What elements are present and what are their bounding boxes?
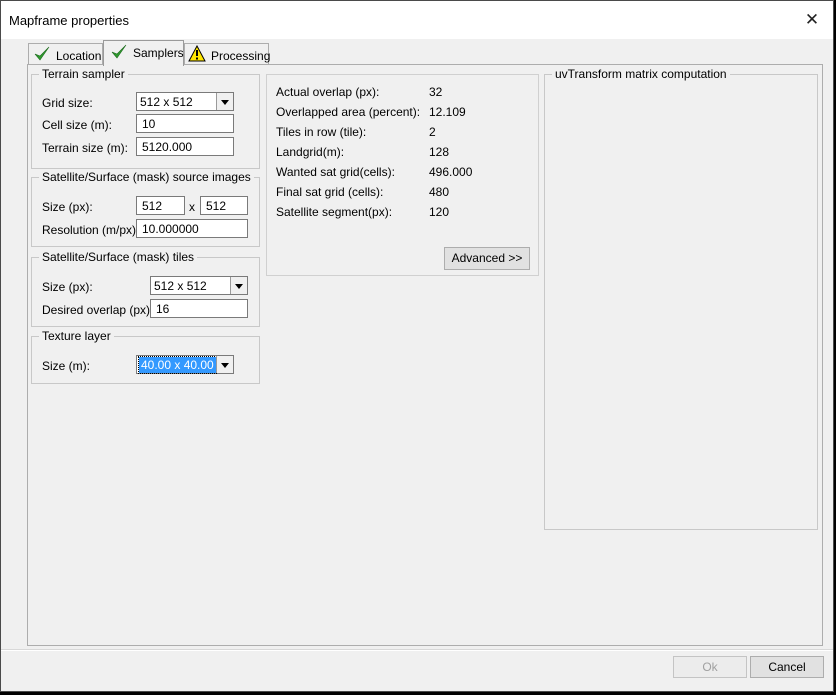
sat-tiles-group: Satellite/Surface (mask) tiles Size (px)…: [31, 250, 260, 327]
texture-layer-title: Texture layer: [39, 329, 114, 343]
tile-size-select[interactable]: 512 x 512: [150, 276, 248, 295]
stat-value: 496.000: [429, 165, 473, 179]
texture-size-label: Size (m):: [42, 359, 90, 373]
advanced-button[interactable]: Advanced >>: [444, 247, 530, 270]
texture-size-value: 40.00 x 40.00: [138, 356, 217, 374]
check-icon: [111, 44, 127, 59]
terrain-sampler-group: Terrain sampler Grid size: 512 x 512 Cel…: [31, 67, 260, 169]
desired-overlap-label: Desired overlap (px):: [42, 303, 154, 317]
tab-samplers[interactable]: Samplers: [103, 40, 184, 66]
uv-transform-title: uvTransform matrix computation: [552, 67, 730, 81]
stat-label: Wanted sat grid(cells):: [276, 165, 395, 179]
sat-source-images-group: Satellite/Surface (mask) source images S…: [31, 170, 260, 247]
stat-label: Satellite segment(px):: [276, 205, 393, 219]
cell-size-input[interactable]: 10: [136, 114, 234, 133]
chevron-down-icon[interactable]: [230, 277, 247, 294]
chevron-down-icon[interactable]: [216, 93, 233, 110]
stat-value: 128: [429, 145, 450, 159]
stat-label: Landgrid(m):: [276, 145, 345, 159]
tab-samplers-label: Samplers: [133, 46, 184, 60]
texture-layer-group: Texture layer Size (m): 40.00 x 40.00: [31, 329, 260, 384]
check-icon: [34, 46, 50, 61]
stat-label: Actual overlap (px):: [276, 85, 380, 99]
resolution-label: Resolution (m/px):: [42, 223, 140, 237]
tab-processing-label: Processing: [211, 49, 271, 63]
sat-image-height-input[interactable]: 512: [200, 196, 248, 215]
stat-value: 32: [429, 85, 443, 99]
tab-location[interactable]: Location: [28, 43, 103, 65]
ok-button[interactable]: Ok: [673, 656, 747, 678]
resolution-input[interactable]: 10.000000: [136, 219, 248, 238]
grid-size-select[interactable]: 512 x 512: [136, 92, 234, 111]
desired-overlap-input[interactable]: 16: [150, 299, 248, 318]
warning-icon: [188, 45, 206, 62]
grid-size-value: 512 x 512: [140, 95, 193, 109]
cancel-button[interactable]: Cancel: [750, 656, 824, 678]
terrain-sampler-title: Terrain sampler: [39, 67, 128, 81]
uv-transform-group: uvTransform matrix computation: [544, 67, 818, 530]
stat-label: Final sat grid (cells):: [276, 185, 384, 199]
close-icon[interactable]: ✕: [801, 9, 823, 31]
cell-size-label: Cell size (m):: [42, 118, 113, 132]
stat-label: Overlapped area (percent):: [276, 105, 421, 119]
stat-value: 12.109: [429, 105, 466, 119]
window-title: Mapframe properties: [9, 13, 129, 28]
tab-processing[interactable]: Processing: [184, 43, 271, 65]
tab-location-label: Location: [56, 49, 102, 63]
grid-size-label: Grid size:: [42, 96, 93, 110]
terrain-size-label: Terrain size (m):: [42, 141, 129, 155]
sat-source-images-title: Satellite/Surface (mask) source images: [39, 170, 254, 184]
footer-divider-highlight: [1, 650, 833, 651]
tile-size-value: 512 x 512: [154, 279, 207, 293]
tile-size-label: Size (px):: [42, 280, 93, 294]
stat-value: 480: [429, 185, 450, 199]
stat-label: Tiles in row (tile):: [276, 125, 367, 139]
sat-tiles-title: Satellite/Surface (mask) tiles: [39, 250, 198, 264]
texture-size-select[interactable]: 40.00 x 40.00: [136, 355, 234, 374]
samplers-panel: Terrain sampler Grid size: 512 x 512 Cel…: [27, 64, 823, 646]
stat-value: 2: [429, 125, 436, 139]
sat-image-size-label: Size (px):: [42, 200, 93, 214]
chevron-down-icon[interactable]: [216, 356, 233, 373]
terrain-size-input[interactable]: 5120.000: [136, 137, 234, 156]
title-bar[interactable]: Mapframe properties ✕: [1, 1, 833, 39]
size-separator: x: [189, 200, 195, 214]
stat-value: 120: [429, 205, 450, 219]
sat-image-width-input[interactable]: 512: [136, 196, 185, 215]
computed-stats-group: Actual overlap (px): 32 Overlapped area …: [266, 74, 539, 276]
mapframe-properties-dialog: Mapframe properties ✕ Location Samplers …: [0, 0, 834, 692]
